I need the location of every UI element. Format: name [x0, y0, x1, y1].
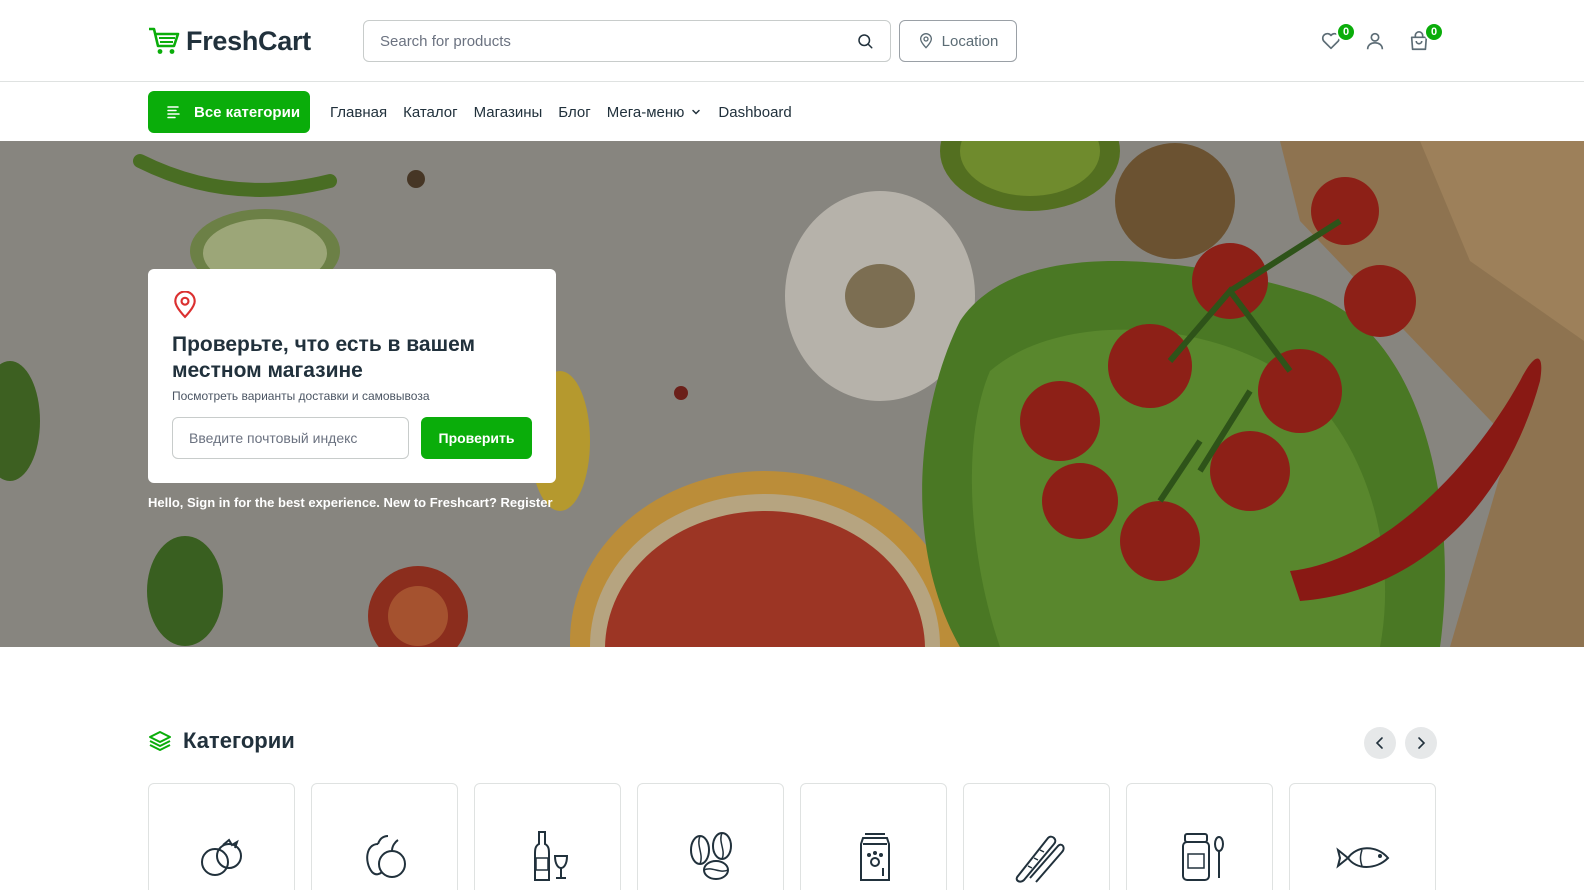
search-input[interactable] — [380, 32, 856, 50]
all-categories-label: Все категории — [194, 103, 301, 121]
layers-icon — [149, 731, 171, 751]
category-card-coffee[interactable] — [637, 783, 784, 890]
nav-blog[interactable]: Блог — [558, 104, 590, 121]
categories-carousel-controls — [1364, 727, 1437, 759]
top-header: FreshCart Location 0 0 — [0, 0, 1584, 82]
search-bar — [363, 20, 891, 62]
jam-icon — [1182, 833, 1224, 881]
chevron-right-icon — [1418, 737, 1426, 749]
nav-links: Главная Каталог Магазины Блог Мега-меню … — [330, 91, 792, 133]
hero-banner: Проверьте, что есть в вашем местном мага… — [0, 141, 1584, 647]
cart-logo-icon — [149, 27, 180, 54]
nav-stores[interactable]: Магазины — [474, 104, 543, 121]
store-check-card: Проверьте, что есть в вашем местном мага… — [148, 269, 556, 483]
location-label: Location — [941, 32, 999, 50]
carousel-next-button[interactable] — [1405, 727, 1437, 759]
main-nav: Все категории Главная Каталог Магазины Б… — [0, 82, 1584, 141]
category-card-fish[interactable] — [1289, 783, 1436, 890]
categories-list — [148, 783, 1436, 890]
fruits-icon — [366, 835, 406, 878]
nav-mega-menu[interactable]: Мега-меню — [607, 104, 703, 121]
location-pin-icon — [174, 290, 196, 319]
category-card-vegetables[interactable] — [148, 783, 295, 890]
pet-food-icon — [860, 833, 890, 881]
vegetables-icon — [201, 838, 242, 876]
user-icon — [1366, 32, 1384, 50]
nav-dashboard[interactable]: Dashboard — [718, 104, 791, 121]
signin-prompt[interactable]: Hello, Sign in for the best experience. … — [148, 495, 553, 510]
category-card-pet-food[interactable] — [800, 783, 947, 890]
zip-form: Проверить — [172, 417, 532, 459]
category-card-fruits[interactable] — [311, 783, 458, 890]
nav-mega-menu-label: Мега-меню — [606, 103, 685, 121]
hero-subtitle: Посмотреть варианты доставки и самовывоз… — [172, 389, 430, 403]
wishlist-button[interactable]: 0 — [1320, 22, 1356, 54]
category-card-jam[interactable] — [1126, 783, 1273, 890]
nav-home[interactable]: Главная — [330, 104, 387, 121]
check-button[interactable]: Проверить — [421, 417, 532, 459]
cart-button[interactable]: 0 — [1408, 22, 1444, 54]
zip-code-input[interactable] — [172, 417, 409, 459]
account-button[interactable] — [1364, 30, 1388, 54]
bread-icon — [1015, 835, 1065, 883]
categories-header: Категории — [148, 728, 295, 754]
categories-title: Категории — [183, 728, 295, 753]
category-card-wine[interactable] — [474, 783, 621, 890]
search-icon[interactable] — [856, 32, 874, 50]
chevron-left-icon — [1375, 737, 1383, 749]
fish-icon — [1336, 847, 1390, 869]
menu-icon — [167, 106, 180, 119]
coffee-beans-icon — [690, 832, 732, 880]
map-pin-icon — [919, 33, 932, 49]
carousel-prev-button[interactable] — [1364, 727, 1396, 759]
location-button[interactable]: Location — [899, 20, 1017, 62]
wine-icon — [534, 831, 569, 881]
all-categories-button[interactable]: Все категории — [148, 91, 310, 133]
hero-title: Проверьте, что есть в вашем местном мага… — [172, 333, 476, 382]
nav-catalog[interactable]: Каталог — [403, 104, 458, 121]
brand-logo[interactable]: FreshCart — [148, 24, 311, 58]
wishlist-count-badge: 0 — [1336, 22, 1356, 42]
category-card-bread[interactable] — [963, 783, 1110, 890]
chevron-down-icon — [692, 109, 701, 115]
cart-count-badge: 0 — [1424, 22, 1444, 42]
brand-name: FreshCart — [186, 25, 311, 56]
